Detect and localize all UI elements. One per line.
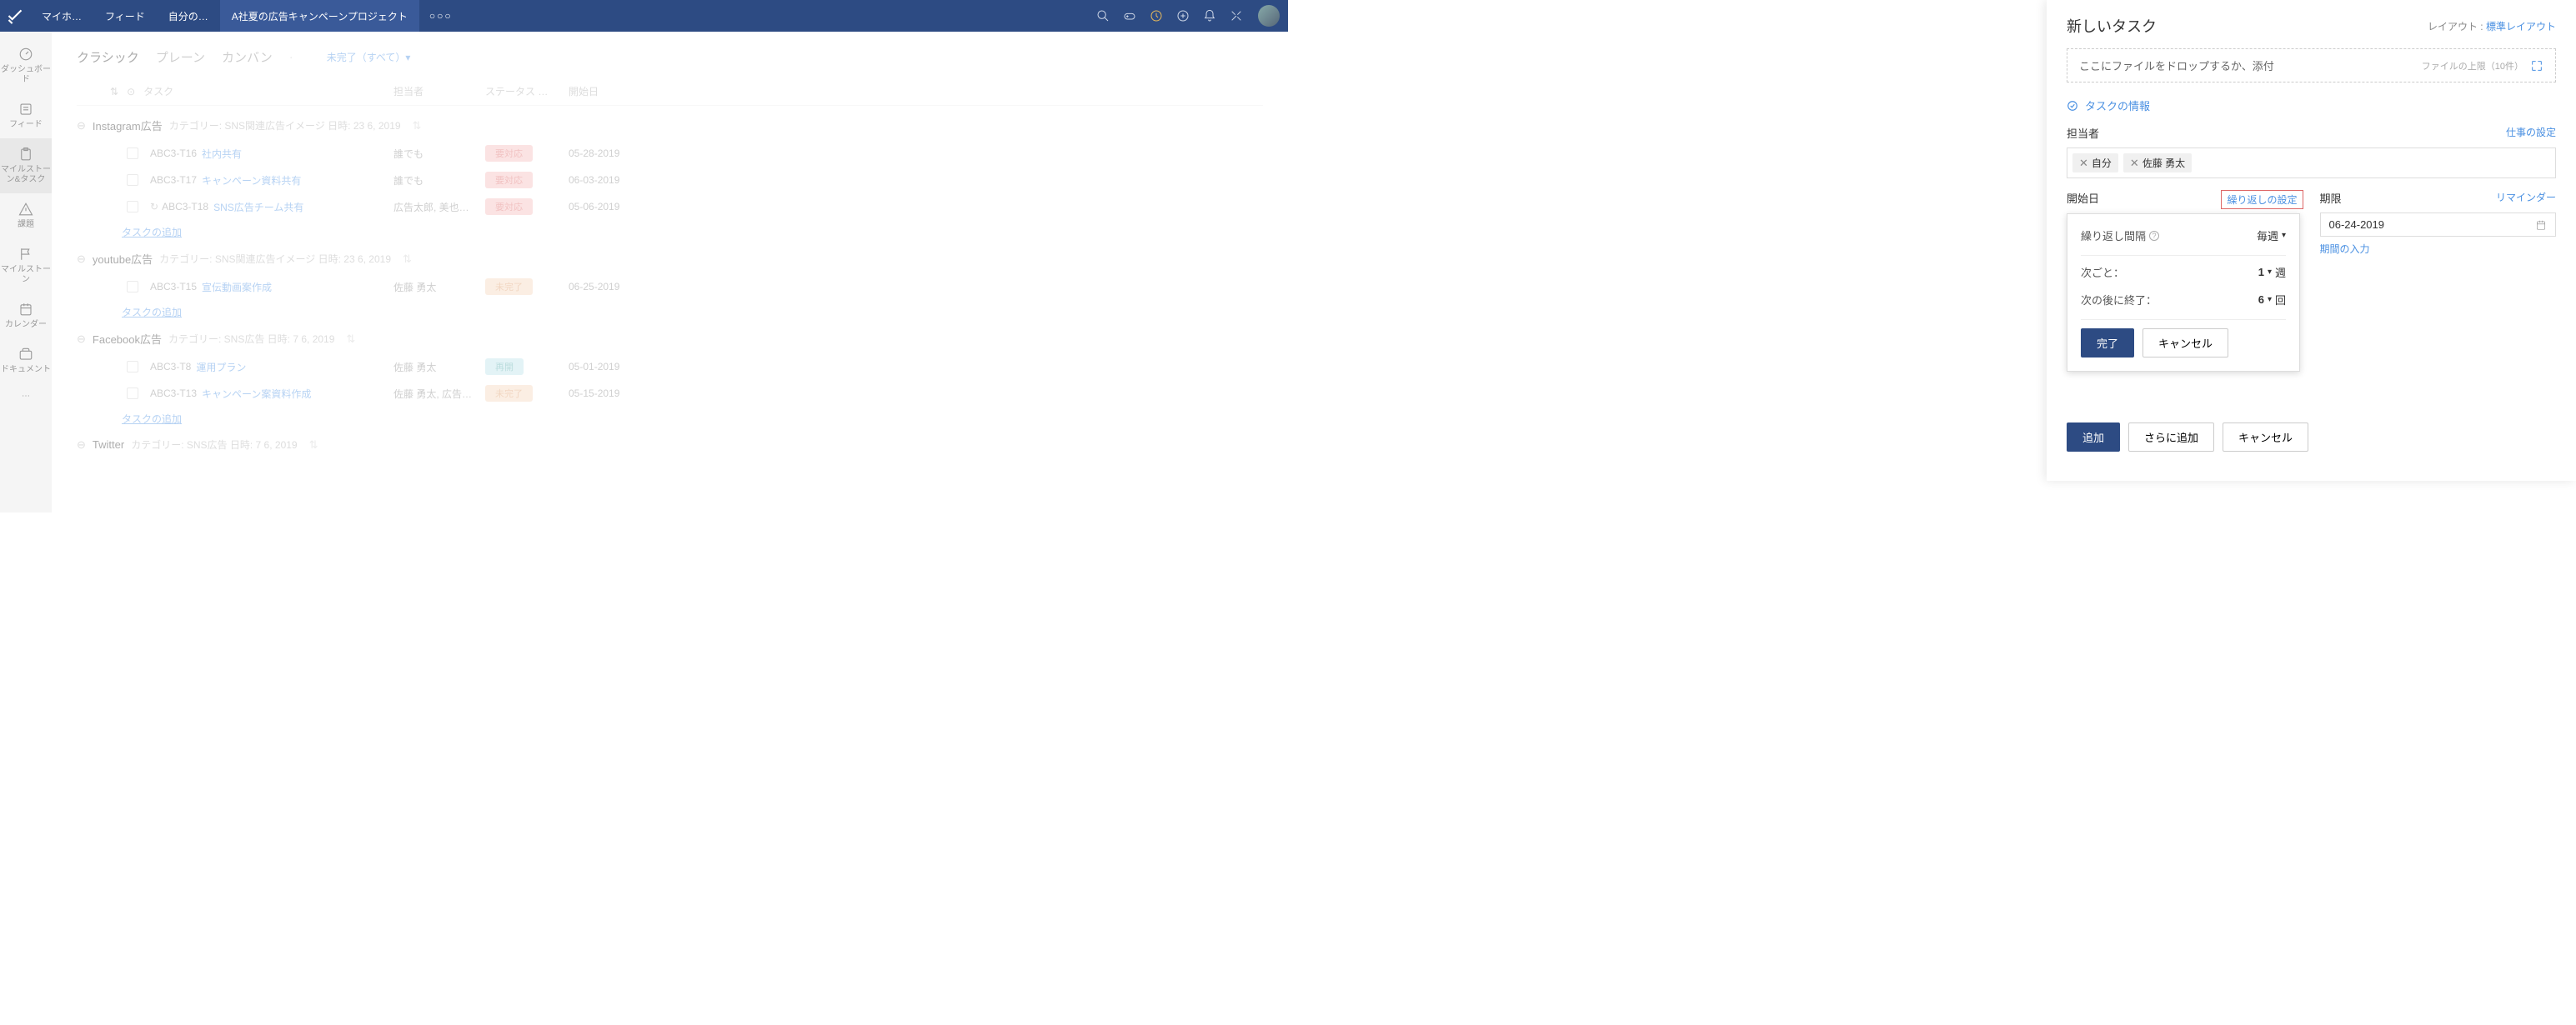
every-select[interactable]: 1 ▾ 週 [2258, 264, 2286, 280]
end-select[interactable]: 6 ▾ 回 [2258, 292, 2286, 308]
remove-icon[interactable]: ✕ [2130, 157, 2139, 170]
search-icon[interactable] [1090, 0, 1116, 32]
sidebar-issues[interactable]: 課題 [0, 193, 52, 238]
due-date-input[interactable]: 06-24-2019 [2320, 212, 2557, 237]
gamepad-icon[interactable] [1116, 0, 1143, 32]
popup-done-button[interactable]: 完了 [2081, 328, 2134, 358]
layout-link[interactable]: 標準レイアウト [2486, 21, 2556, 32]
interval-select[interactable]: 毎週 ▾ [2257, 228, 2286, 243]
tab-more[interactable]: ○○○ [419, 10, 463, 22]
help-icon[interactable]: ? [2149, 231, 2159, 241]
sidebar-dashboard[interactable]: ダッシュボード [0, 38, 52, 93]
recurrence-popup: 繰り返し間隔? 毎週 ▾ 次ごと： 1 ▾ 週 次の後に終了： 6 ▾ 回 完了 [2067, 213, 2300, 372]
recurrence-link[interactable]: 繰り返しの設定 [2221, 190, 2303, 209]
panel-title: 新しいタスク [2067, 15, 2157, 37]
sidebar: ダッシュボード フィード マイルストーン&タスク 課題 マイルストーン カレンダ… [0, 32, 52, 512]
sidebar-feed[interactable]: フィード [0, 93, 52, 138]
sidebar-more[interactable]: ⋯ [0, 383, 52, 410]
chip-user[interactable]: ✕佐藤 勇太 [2123, 153, 2192, 172]
content-overlay [52, 32, 1288, 512]
clock-icon[interactable] [1143, 0, 1170, 32]
tab-project[interactable]: A社夏の広告キャンペーンプロジェクト [220, 0, 419, 32]
period-link[interactable]: 期間の入力 [2320, 242, 2557, 256]
user-avatar[interactable] [1258, 5, 1280, 27]
app-logo[interactable] [0, 0, 30, 32]
work-settings-link[interactable]: 仕事の設定 [2506, 125, 2556, 141]
add-button[interactable]: 追加 [2067, 422, 2120, 452]
sidebar-documents[interactable]: ドキュメント [0, 338, 52, 383]
popup-cancel-button[interactable]: キャンセル [2142, 328, 2228, 358]
topbar: マイホ… フィード 自分の… A社夏の広告キャンペーンプロジェクト ○○○ [0, 0, 1288, 32]
sidebar-milestone[interactable]: マイルストーン [0, 238, 52, 293]
new-task-panel: 新しいタスク レイアウト : 標準レイアウト ここにファイルをドロップするか、添… [2047, 0, 2576, 481]
expand-icon[interactable] [2530, 59, 2543, 72]
start-label: 開始日 [2067, 190, 2099, 209]
cancel-button[interactable]: キャンセル [2223, 422, 2308, 452]
chip-self[interactable]: ✕自分 [2072, 153, 2118, 172]
add-more-button[interactable]: さらに追加 [2128, 422, 2214, 452]
owner-chips[interactable]: ✕自分 ✕佐藤 勇太 [2067, 148, 2556, 178]
sidebar-tasks[interactable]: マイルストーン&タスク [0, 138, 52, 193]
plus-icon[interactable] [1170, 0, 1196, 32]
reminder-link[interactable]: リマインダー [2496, 190, 2556, 206]
owner-label: 担当者 [2067, 125, 2099, 141]
calendar-icon[interactable] [2535, 219, 2547, 231]
due-label: 期限 [2320, 190, 2342, 206]
tab-feed[interactable]: フィード [93, 0, 157, 32]
tab-mine[interactable]: 自分の… [157, 0, 220, 32]
file-dropzone[interactable]: ここにファイルをドロップするか、添付 ファイルの上限（10件） [2067, 48, 2556, 82]
tools-icon[interactable] [1223, 0, 1250, 32]
sidebar-calendar[interactable]: カレンダー [0, 293, 52, 338]
tab-myhome[interactable]: マイホ… [30, 0, 93, 32]
content-area: クラシック プレーン カンバン · 未完了（すべて）▾ ⇅⊙タスク 担当者 ステ… [52, 32, 1288, 512]
remove-icon[interactable]: ✕ [2079, 157, 2088, 170]
layout-selector: レイアウト : 標準レイアウト [2428, 19, 2556, 33]
section-toggle[interactable]: タスクの情報 [2067, 98, 2556, 113]
bell-icon[interactable] [1196, 0, 1223, 32]
